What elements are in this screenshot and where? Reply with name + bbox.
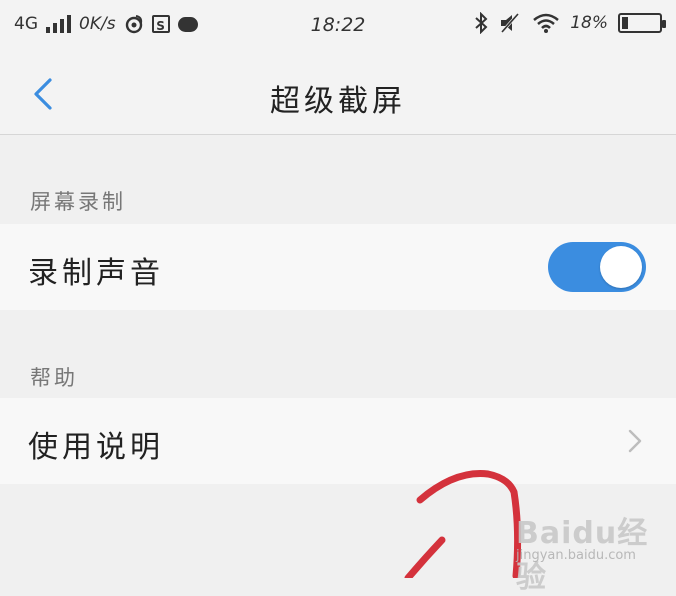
record-audio-label: 录制声音 xyxy=(28,256,164,291)
row-instructions[interactable]: 使用说明 xyxy=(0,398,676,484)
row-record-audio[interactable]: 录制声音 xyxy=(0,224,676,310)
status-right: 18% xyxy=(474,12,666,34)
record-audio-toggle[interactable] xyxy=(548,242,646,292)
battery-percent: 18% xyxy=(570,13,608,33)
watermark-url: jingyan.baidu.com xyxy=(516,548,636,563)
chevron-right-icon xyxy=(628,429,642,453)
wifi-icon xyxy=(533,13,560,33)
mute-icon xyxy=(501,13,520,33)
section-header-help: 帮助 xyxy=(30,366,78,390)
page-title: 超级截屏 xyxy=(270,84,406,119)
section-header-screen-record: 屏幕录制 xyxy=(30,190,126,214)
toggle-knob xyxy=(600,246,642,288)
battery-icon xyxy=(618,13,666,33)
bluetooth-icon xyxy=(475,12,488,34)
instructions-label: 使用说明 xyxy=(28,430,164,465)
status-bar: 4G 0K/s S 18:22 18% xyxy=(0,0,676,56)
baidu-watermark: Baidu经验 jingyan.baidu.com xyxy=(516,500,666,595)
nav-bar: 超级截屏 xyxy=(0,56,676,135)
